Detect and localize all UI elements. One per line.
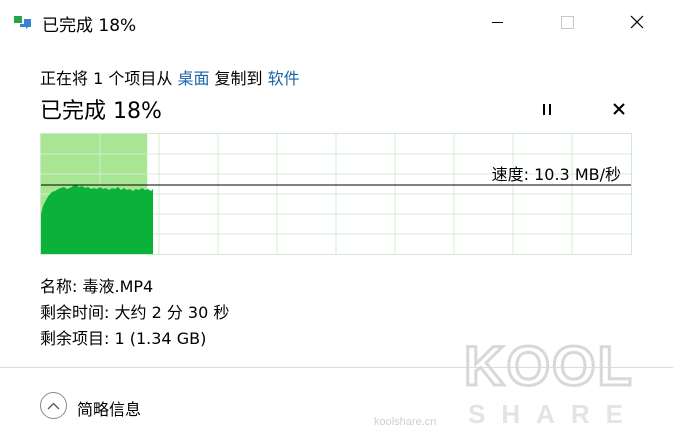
time-remaining: 剩余时间: 大约 2 分 30 秒 [40,303,230,322]
koolshare-watermark-logo: KOOL SHARE koolshare.cn [374,333,639,429]
maximize-button[interactable] [544,0,590,44]
speed-label: 速度: 10.3 MB/秒 [491,165,621,184]
speed-graph-canvas [41,134,631,254]
maximize-icon [560,15,574,29]
cancel-icon [613,103,625,115]
speed-area [41,185,153,254]
close-button[interactable] [614,0,660,44]
speed-graph: 速度: 10.3 MB/秒 [40,133,632,255]
chevron-up-icon [47,402,60,409]
items-remaining: 剩余项目: 1 (1.34 GB) [40,329,207,348]
svg-text:koolshare.cn: koolshare.cn [374,416,436,428]
progress-status: 已完成 18% [40,99,162,124]
file-name: 名称: 毒液.MP4 [40,277,154,296]
operation-description: 正在将 1 个项目从 桌面 复制到 软件 [40,65,300,89]
pause-button[interactable] [536,98,558,120]
pause-icon [541,100,553,119]
destination-link[interactable]: 软件 [268,69,300,88]
close-icon [630,15,644,29]
minimize-button[interactable] [474,0,520,44]
cancel-button[interactable] [608,98,630,120]
operation-middle: 复制到 [209,69,268,88]
collapse-details-button[interactable] [40,392,67,419]
svg-text:SHARE: SHARE [468,399,639,429]
title-bar: 已完成 18% [0,0,673,44]
file-copy-icon [14,16,31,29]
window-title: 已完成 18% [42,16,137,36]
source-link[interactable]: 桌面 [177,69,209,88]
collapse-details-label[interactable]: 简略信息 [77,396,141,420]
operation-prefix: 正在将 1 个项目从 [40,69,178,88]
minimize-icon [491,21,503,23]
svg-text:KOOL: KOOL [464,334,634,397]
